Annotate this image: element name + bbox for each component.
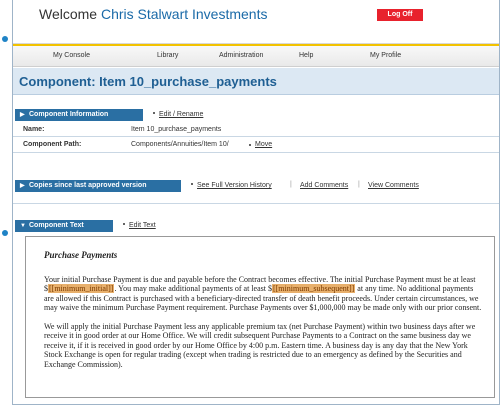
expand-arrow-icon: ▶ [20, 183, 25, 189]
edit-rename-link[interactable]: Edit / Rename [159, 111, 203, 118]
welcome-label: Welcome [39, 6, 98, 22]
divider [13, 203, 499, 204]
expand-arrow-icon: ▶ [20, 112, 25, 118]
add-comments-link[interactable]: Add Comments [300, 182, 348, 189]
component-text-box: Purchase Payments Your initial Purchase … [25, 236, 495, 398]
component-text-toggle[interactable]: ▼ Component Text [15, 220, 113, 232]
edge-marker-bottom [2, 230, 8, 236]
link-separator: | [290, 181, 292, 188]
variable-minimum-subsequent[interactable]: [[minimum_subsequent]] [271, 284, 356, 293]
component-info-toggle[interactable]: ▶ Component Information [15, 109, 143, 121]
nav-administration[interactable]: Administration [219, 52, 263, 59]
nav-accent-line [13, 44, 499, 46]
copies-section-header: ▶ Copies since last approved version See… [13, 180, 499, 192]
name-label: Name: [23, 126, 45, 133]
version-history-link[interactable]: See Full Version History [197, 182, 272, 189]
divider [13, 136, 499, 137]
copies-title: Copies since last approved version [29, 182, 147, 189]
component-text-title: Component Text [29, 222, 84, 229]
edge-marker-top [2, 36, 8, 42]
path-row: Component Path: Components/Annuities/Ite… [13, 138, 499, 151]
user-name: Chris Stalwart Investments [100, 6, 268, 22]
component-text-content: Purchase Payments Your initial Purchase … [44, 245, 482, 378]
path-label: Component Path: [23, 141, 82, 148]
page-title-bar: Component: Item 10_purchase_payments [13, 68, 499, 95]
paragraph-2: We will apply the initial Purchase Payme… [44, 321, 476, 369]
page-title: Component: Item 10_purchase_payments [19, 74, 277, 89]
move-link[interactable]: Move [255, 141, 272, 148]
component-info-title: Component Information [29, 111, 109, 118]
component-text-section-header: ▼ Component Text Edit Text [13, 220, 499, 232]
divider [13, 152, 499, 153]
app-window: Welcome Chris Stalwart Investments Log O… [12, 0, 500, 405]
copies-toggle[interactable]: ▶ Copies since last approved version [15, 180, 181, 192]
collapse-arrow-icon: ▼ [20, 223, 26, 229]
path-value: Components/Annuities/Item 10/ [131, 141, 229, 148]
link-separator: | [358, 181, 360, 188]
view-comments-link[interactable]: View Comments [368, 182, 419, 189]
nav-my-profile[interactable]: My Profile [370, 52, 401, 59]
paragraph-1: Your initial Purchase Payment is due and… [44, 275, 482, 313]
log-off-button[interactable]: Log Off [377, 9, 423, 21]
paragraph-1-part-b: . You may make additional payments of at… [114, 284, 272, 293]
main-nav: My Console Library Administration Help M… [13, 43, 499, 67]
name-row: Name: Item 10_purchase_payments [13, 123, 499, 136]
content-heading: Purchase Payments [44, 250, 118, 260]
name-value: Item 10_purchase_payments [131, 126, 222, 133]
bullet-icon [191, 183, 193, 185]
bullet-icon [249, 144, 251, 146]
bullet-icon [123, 223, 125, 225]
bullet-icon [153, 112, 155, 114]
edit-text-link[interactable]: Edit Text [129, 222, 156, 229]
nav-help[interactable]: Help [299, 52, 313, 59]
nav-my-console[interactable]: My Console [53, 52, 90, 59]
variable-minimum-initial[interactable]: [[minimum_initial]] [48, 284, 115, 293]
component-info-section-header: ▶ Component Information Edit / Rename [13, 109, 499, 121]
nav-library[interactable]: Library [157, 52, 178, 59]
welcome-message: Welcome Chris Stalwart Investments [39, 6, 267, 22]
